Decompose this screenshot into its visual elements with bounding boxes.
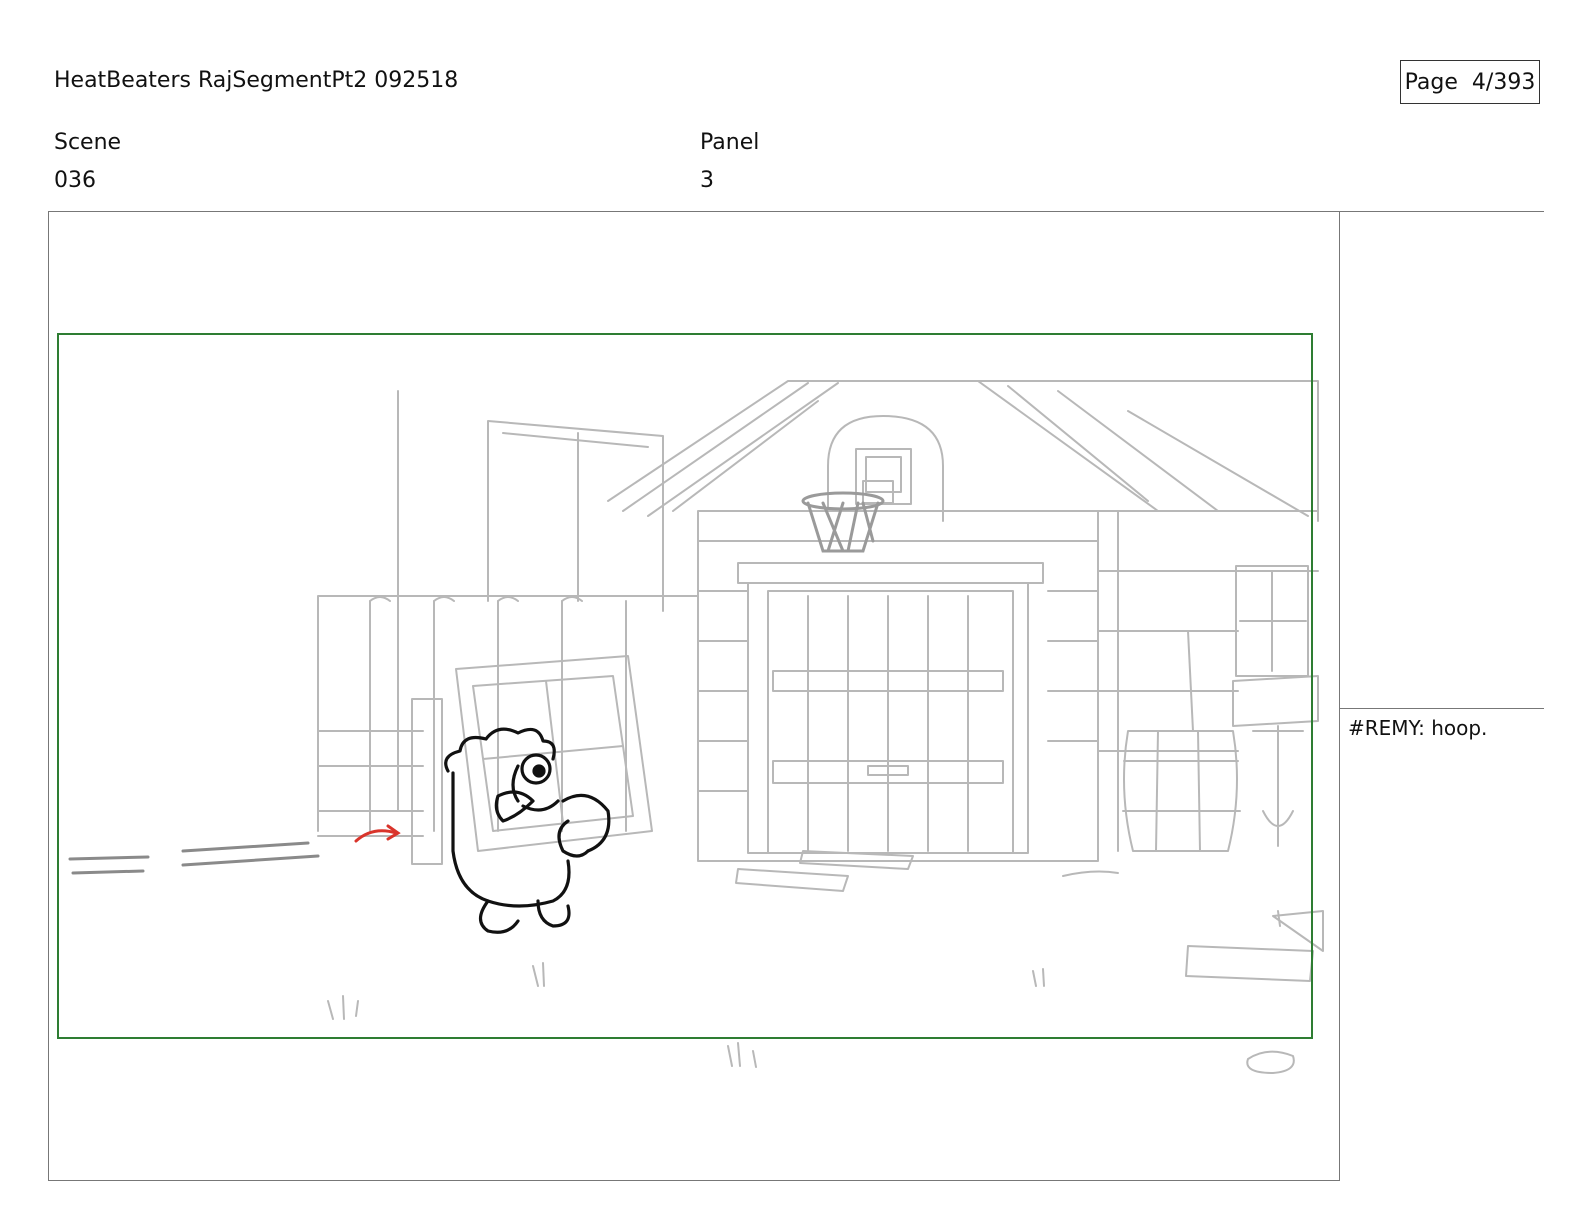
scene-label: Scene xyxy=(54,130,122,155)
notes-divider-dialogue xyxy=(1340,708,1544,709)
page-label: Page xyxy=(1404,69,1458,95)
hoop-net xyxy=(801,491,885,553)
page-indicator: Page 4/393 xyxy=(1400,60,1540,104)
panel-label: Panel xyxy=(700,130,760,155)
storyboard-drawing xyxy=(57,333,1324,1074)
document-title: HeatBeaters RajSegmentPt2 092518 xyxy=(54,68,459,93)
direction-arrow xyxy=(354,824,401,843)
dialogue-note: #REMY: hoop. xyxy=(1348,716,1488,740)
scene-number: 036 xyxy=(54,168,96,193)
page-number: 4/393 xyxy=(1471,69,1536,95)
panel-number: 3 xyxy=(700,168,714,193)
ground-lines xyxy=(68,841,320,875)
background-sketch xyxy=(317,380,1324,1074)
notes-divider-top xyxy=(1340,211,1544,212)
character-remy xyxy=(444,727,611,934)
